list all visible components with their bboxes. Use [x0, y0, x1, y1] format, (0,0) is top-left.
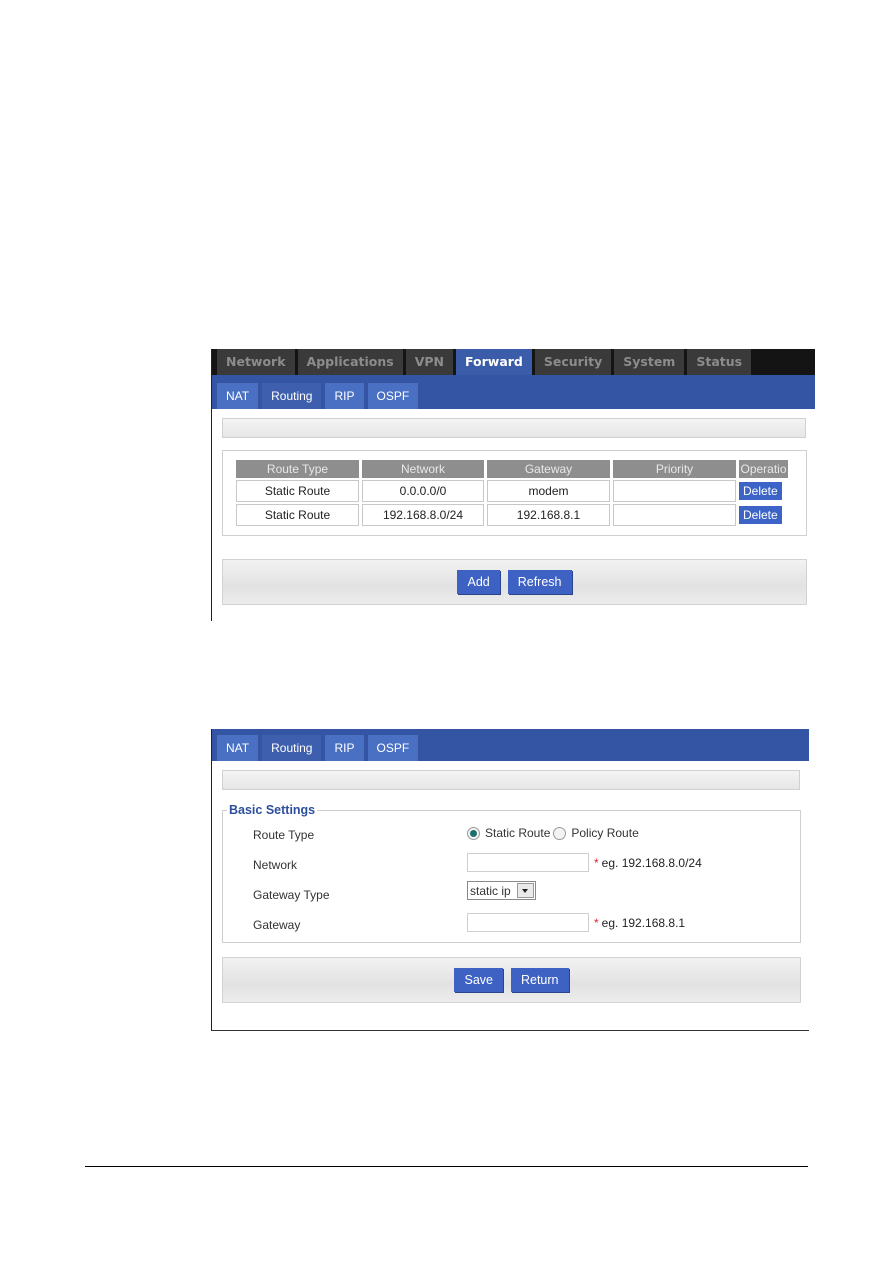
- routing-list-screenshot: Network Applications VPN Forward Securit…: [211, 349, 815, 621]
- sub-tab-nat[interactable]: NAT: [217, 735, 259, 761]
- gateway-row: Gateway * eg. 192.168.8.1: [223, 911, 800, 941]
- delete-button[interactable]: Delete: [739, 506, 782, 524]
- static-route-label[interactable]: Static Route: [485, 826, 550, 840]
- cell-priority: [613, 504, 736, 526]
- sub-tab-ospf[interactable]: OSPF: [367, 735, 419, 761]
- refresh-button[interactable]: Refresh: [507, 570, 572, 594]
- col-priority: Priority: [613, 460, 736, 478]
- sub-tab-routing[interactable]: Routing: [262, 735, 322, 761]
- gateway-hint: eg. 192.168.8.1: [601, 915, 686, 930]
- network-row: Network * eg. 192.168.8.0/24: [223, 851, 800, 881]
- sub-tab-nat[interactable]: NAT: [217, 383, 259, 409]
- static-route-radio[interactable]: [467, 826, 480, 840]
- return-button[interactable]: Return: [510, 968, 569, 992]
- sub-tab-rip[interactable]: RIP: [325, 383, 364, 409]
- network-hint: eg. 192.168.8.0/24: [601, 855, 702, 870]
- gateway-label: Gateway: [253, 918, 301, 932]
- col-network: Network: [362, 460, 484, 478]
- action-bar: Save Return: [222, 957, 801, 1003]
- table-row: Static Route 192.168.8.0/24 192.168.8.1 …: [236, 504, 788, 526]
- main-tab-system[interactable]: System: [614, 349, 685, 375]
- cell-priority: [613, 480, 736, 502]
- table-row: Static Route 0.0.0.0/0 modem Delete: [236, 480, 788, 502]
- basic-settings-fieldset: Basic Settings Route Type Static Route P…: [222, 803, 801, 943]
- cell-gateway: 192.168.8.1: [487, 504, 610, 526]
- col-gateway: Gateway: [487, 460, 610, 478]
- main-tab-status[interactable]: Status: [687, 349, 752, 375]
- cell-operation: Delete: [739, 480, 788, 502]
- col-route-type: Route Type: [236, 460, 359, 478]
- gateway-input[interactable]: [467, 913, 589, 932]
- gateway-type-select[interactable]: static ip: [467, 881, 536, 900]
- policy-route-label[interactable]: Policy Route: [571, 826, 638, 840]
- sub-nav: NAT Routing RIP OSPF: [212, 729, 809, 761]
- table-header-row: Route Type Network Gateway Priority Oper…: [236, 460, 788, 478]
- basic-settings-legend: Basic Settings: [229, 803, 316, 817]
- sub-tab-rip[interactable]: RIP: [325, 735, 364, 761]
- route-table: Route Type Network Gateway Priority Oper…: [233, 458, 791, 528]
- section-title-bar: [222, 418, 806, 438]
- col-operation: Operatio: [739, 460, 788, 478]
- save-button[interactable]: Save: [454, 968, 503, 992]
- cell-route-type: Static Route: [236, 504, 359, 526]
- cell-network: 192.168.8.0/24: [362, 504, 484, 526]
- main-nav: Network Applications VPN Forward Securit…: [212, 349, 815, 375]
- action-bar: Add Refresh: [222, 559, 807, 605]
- page-footer-rule: [85, 1166, 808, 1167]
- sub-tab-ospf[interactable]: OSPF: [367, 383, 419, 409]
- main-tab-network[interactable]: Network: [217, 349, 295, 375]
- main-tab-vpn[interactable]: VPN: [405, 349, 453, 375]
- network-input[interactable]: [467, 853, 589, 872]
- cell-network: 0.0.0.0/0: [362, 480, 484, 502]
- main-tab-security[interactable]: Security: [534, 349, 612, 375]
- cell-route-type: Static Route: [236, 480, 359, 502]
- route-table-container: Route Type Network Gateway Priority Oper…: [222, 450, 807, 536]
- gateway-type-row: Gateway Type static ip: [223, 881, 800, 911]
- policy-route-radio[interactable]: [553, 826, 567, 840]
- section-title-bar: [222, 770, 800, 790]
- required-asterisk: *: [594, 855, 599, 870]
- main-tab-applications[interactable]: Applications: [297, 349, 403, 375]
- chevron-down-icon[interactable]: [516, 883, 534, 898]
- main-tab-forward[interactable]: Forward: [456, 349, 532, 375]
- gateway-type-value: static ip: [470, 883, 511, 898]
- required-asterisk: *: [594, 915, 599, 930]
- sub-nav: NAT Routing RIP OSPF: [212, 375, 815, 409]
- routing-add-screenshot: NAT Routing RIP OSPF Basic Settings Rout…: [211, 729, 809, 1031]
- network-label: Network: [253, 858, 298, 872]
- gateway-type-label: Gateway Type: [253, 888, 330, 902]
- add-button[interactable]: Add: [457, 570, 500, 594]
- cell-operation: Delete: [739, 504, 788, 526]
- cell-gateway: modem: [487, 480, 610, 502]
- delete-button[interactable]: Delete: [739, 482, 782, 500]
- route-type-row: Route Type Static Route Policy Route: [223, 821, 800, 851]
- sub-tab-routing[interactable]: Routing: [262, 383, 322, 409]
- route-type-label: Route Type: [253, 828, 315, 842]
